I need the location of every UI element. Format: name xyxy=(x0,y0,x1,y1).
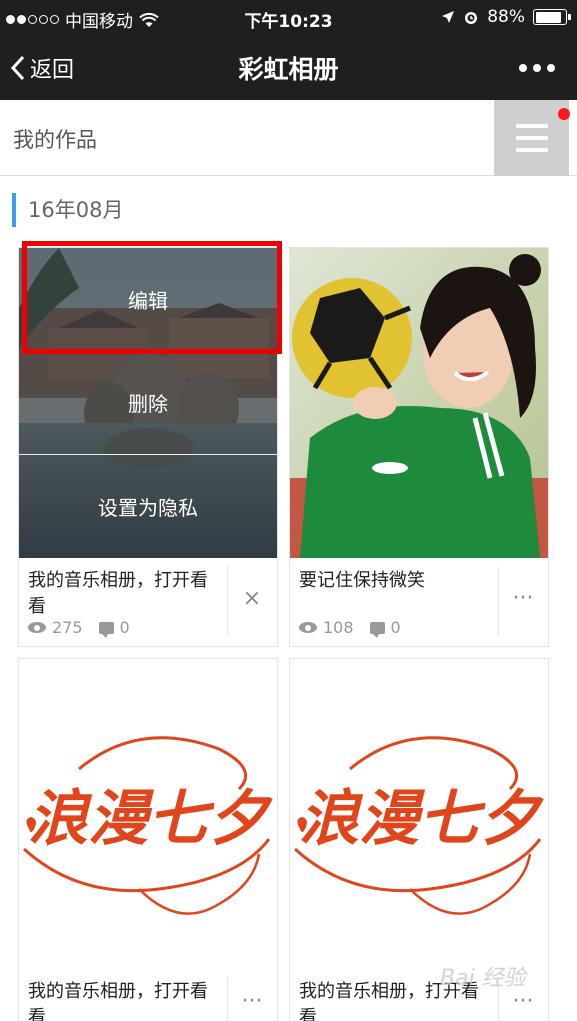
album-cover-image: 浪漫七夕 xyxy=(290,659,548,969)
month-header: 16年08月 xyxy=(12,193,123,227)
alarm-icon xyxy=(465,12,478,24)
sub-header: 我的作品 xyxy=(0,100,577,176)
album-cover-image: 编辑 删除 设置为隐私 xyxy=(19,248,277,558)
album-card[interactable]: 编辑 删除 设置为隐私 我的音乐相册，打开看看 275 0 × xyxy=(18,247,278,647)
album-caption: 我的音乐相册，打开看看 xyxy=(28,570,208,617)
notification-badge xyxy=(558,108,570,120)
edit-menu-item[interactable]: 编辑 xyxy=(19,248,277,351)
album-caption: 要记住保持微笑 xyxy=(299,570,425,591)
battery-icon xyxy=(533,9,571,25)
set-private-menu-item[interactable]: 设置为隐私 xyxy=(19,455,277,558)
comment-count: 0 xyxy=(119,618,130,637)
watermark: Bai 经验 xyxy=(440,966,526,991)
view-count: 275 xyxy=(52,618,83,637)
card-footer: 要记住保持微笑 108 0 ··· xyxy=(290,558,548,646)
comment-icon xyxy=(369,621,385,638)
status-right: 88% xyxy=(441,7,571,27)
more-actions-button[interactable]: ··· xyxy=(229,979,275,1021)
more-options-button[interactable] xyxy=(519,64,555,72)
album-cover-image xyxy=(290,248,548,558)
nav-bar: 返回 彩虹相册 xyxy=(0,36,577,100)
qixi-art-text: 浪漫七夕 xyxy=(28,784,273,854)
status-bar: 中国移动 下午10:23 88% xyxy=(0,0,577,36)
footer-divider xyxy=(498,566,499,636)
battery-percent: 88% xyxy=(487,7,525,27)
back-label: 返回 xyxy=(30,58,75,83)
comment-count: 0 xyxy=(390,618,401,637)
album-cover-image: 浪漫七夕 xyxy=(19,659,277,969)
delete-menu-item[interactable]: 删除 xyxy=(19,351,277,454)
footer-divider xyxy=(227,566,228,636)
my-works-label: 我的作品 xyxy=(13,128,97,152)
eye-icon xyxy=(28,622,46,633)
location-arrow-icon xyxy=(442,11,455,23)
album-caption: 我的音乐相册，打开看看 xyxy=(28,981,208,1021)
more-actions-button[interactable]: ··· xyxy=(500,568,546,628)
card-footer: 我的音乐相册，打开看看 275 0 × xyxy=(19,558,277,646)
qixi-art: 浪漫七夕 xyxy=(290,659,548,969)
view-count: 108 xyxy=(323,618,354,637)
qixi-art-text: 浪漫七夕 xyxy=(299,784,544,854)
close-menu-button[interactable]: × xyxy=(229,568,275,628)
back-button[interactable]: 返回 xyxy=(10,52,74,84)
album-stats: 275 0 xyxy=(28,618,130,638)
album-stats: 108 0 xyxy=(299,618,401,638)
eye-icon xyxy=(299,622,317,633)
card-footer: 我的音乐相册，打开看看 ··· xyxy=(19,969,277,1021)
qixi-art: 浪漫七夕 xyxy=(19,659,277,969)
page-title: 彩虹相册 xyxy=(238,55,339,84)
comment-icon xyxy=(98,621,114,638)
album-card[interactable]: 浪漫七夕 我的音乐相册，打开看看 ··· xyxy=(18,658,278,1021)
chevron-left-icon xyxy=(10,55,25,81)
album-card[interactable]: 要记住保持微笑 108 0 ··· xyxy=(289,247,549,647)
footer-divider xyxy=(227,977,228,1021)
more-dot-icon xyxy=(519,64,527,72)
card-action-menu: 编辑 删除 设置为隐私 xyxy=(19,248,277,558)
